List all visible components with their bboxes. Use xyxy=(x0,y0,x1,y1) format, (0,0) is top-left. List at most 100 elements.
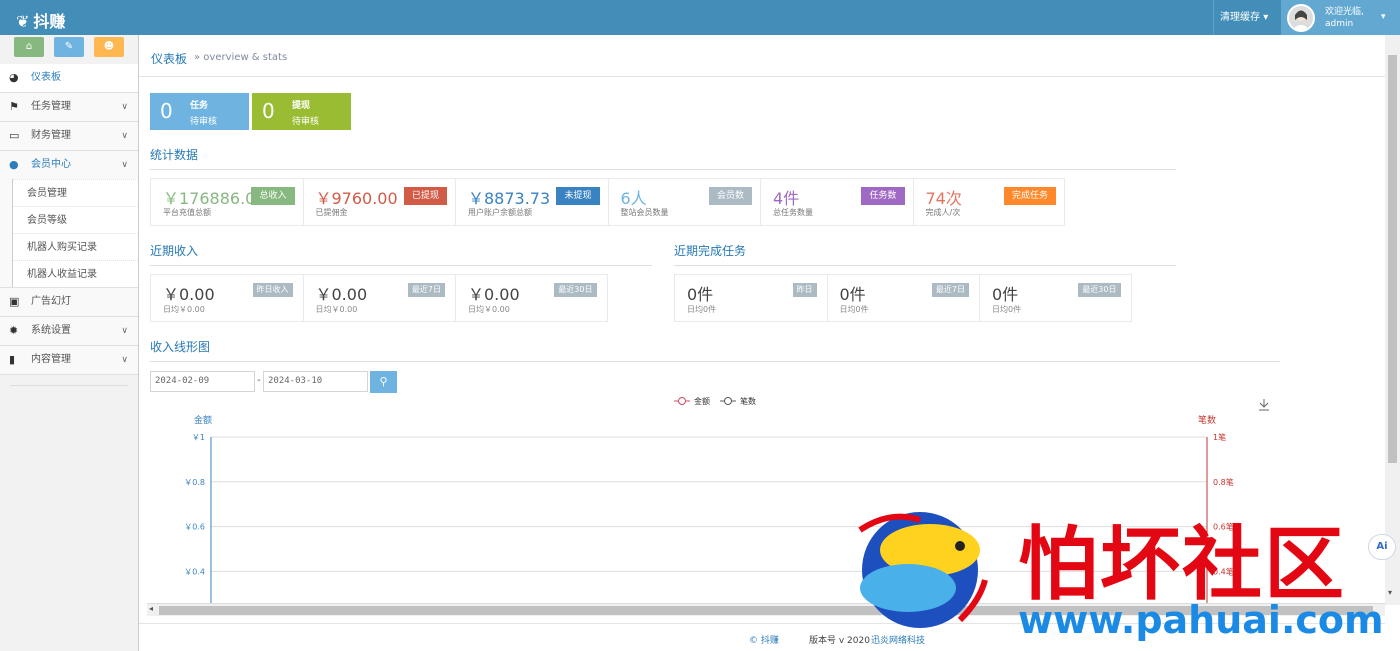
stat-value: ￥8873.73 xyxy=(468,189,551,208)
dashboard-icon: ◕ xyxy=(9,71,19,84)
stat-tag: 任务数 xyxy=(861,187,905,205)
task-value: 0件 xyxy=(992,285,1019,304)
sidebar-item-label: 系统设置 xyxy=(31,325,71,336)
legend-marker xyxy=(678,397,686,405)
chevron-down-icon: ∨ xyxy=(121,102,128,112)
book-icon: ▮ xyxy=(9,353,16,366)
stat-card: ￥8873.73 用户账户余额总额 未提现 xyxy=(455,178,608,226)
pending-tasks-box[interactable]: 0 任务 待审核 xyxy=(150,93,249,130)
infobox-title: 提现 xyxy=(292,101,311,111)
scrollbar-thumb[interactable] xyxy=(1388,55,1397,463)
scroll-left-icon: ◂ xyxy=(149,604,154,613)
stat-card: 74次 完成人/次 完成任务 xyxy=(912,178,1065,226)
user-menu[interactable]: 欢迎光临, admin ▾ xyxy=(1281,0,1400,35)
task-value: 0件 xyxy=(687,285,714,304)
income-period-tag: 最近30日 xyxy=(554,283,597,297)
income-period-tag: 昨日收入 xyxy=(252,283,293,297)
avatar xyxy=(1287,4,1315,32)
stat-description: 整站会员数量 xyxy=(620,208,669,217)
stat-card: ￥176886.0 平台充值总额 总收入 xyxy=(150,178,303,226)
income-daily-average: 日均￥0.00 xyxy=(315,305,358,314)
watermark-url: www.pahuai.com xyxy=(1018,598,1384,642)
stat-description: 用户账户余额总额 xyxy=(468,208,532,217)
footer-copyright: © 抖赚 xyxy=(749,636,779,646)
sidebar-item-label: 财务管理 xyxy=(31,130,71,141)
leaf-icon: ❦ xyxy=(16,12,30,31)
income-value: ￥0.00 xyxy=(163,285,215,304)
sidebar-item-finance[interactable]: ▭ 财务管理 ∨ xyxy=(0,122,138,151)
stat-value: ￥9760.00 xyxy=(315,189,398,208)
chart-section-title: 收入线形图 xyxy=(150,338,1280,362)
income-daily-average: 日均￥0.00 xyxy=(163,305,205,314)
home-shortcut-button[interactable]: ⌂ xyxy=(14,37,44,57)
welcome-text: 欢迎光临, xyxy=(1325,7,1364,17)
pending-withdrawals-count: 0 xyxy=(262,99,275,123)
legend-label[interactable]: 笔数 xyxy=(740,396,756,406)
edit-shortcut-button[interactable]: ✎ xyxy=(54,37,84,57)
income-daily-average: 日均￥0.00 xyxy=(468,305,510,314)
right-tick-label: 0.8笔 xyxy=(1213,477,1234,487)
income-card: ￥0.00 日均￥0.00 最近30日 xyxy=(455,274,608,322)
task-daily-average: 日均0件 xyxy=(687,305,717,314)
income-value: ￥0.00 xyxy=(315,285,368,304)
stat-description: 总任务数量 xyxy=(773,208,813,217)
stat-description: 已提佣金 xyxy=(315,208,348,217)
sidebar-item-label: 内容管理 xyxy=(31,354,71,365)
left-tick-label: ￥0.8 xyxy=(184,478,205,487)
sidebar-item-content[interactable]: ▮ 内容管理 ∨ xyxy=(0,346,138,375)
sidebar-subitem-robot-purchase[interactable]: 机器人购买记录 xyxy=(13,233,138,260)
chart-legend: 金额 笔数 xyxy=(674,396,756,406)
inbox-icon: ▭ xyxy=(9,129,20,142)
clear-cache-button[interactable]: 清理缓存 ▾ xyxy=(1213,0,1281,35)
sidebar-item-label: 仪表板 xyxy=(31,72,61,83)
page-title: 仪表板 xyxy=(151,52,188,66)
legend-label[interactable]: 金额 xyxy=(694,396,710,406)
infobox-title: 任务 xyxy=(190,101,209,111)
stat-card: ￥9760.00 已提佣金 已提现 xyxy=(302,178,455,226)
users-icon: ☻ xyxy=(103,41,115,52)
sidebar-item-dashboard[interactable]: ◕ 仪表板 xyxy=(0,64,138,93)
chevron-up-icon: ∨ xyxy=(121,160,128,170)
users-shortcut-button[interactable]: ☻ xyxy=(94,37,124,57)
home-icon: ⌂ xyxy=(25,41,33,52)
page-subtitle: » overview & stats xyxy=(194,52,288,63)
chevron-down-icon: ∨ xyxy=(121,355,128,365)
right-axis-title: 笔数 xyxy=(1198,414,1216,426)
caret-down-icon: ▾ xyxy=(1263,12,1269,23)
caret-down-icon: ▾ xyxy=(1381,12,1386,22)
sidebar-subitem-member-management[interactable]: 会员管理 xyxy=(13,179,138,206)
stat-value: ￥176886.0 xyxy=(163,189,256,208)
left-tick-label: ￥0.6 xyxy=(184,523,205,532)
user-icon: ● xyxy=(9,158,19,171)
stat-tag: 完成任务 xyxy=(1003,187,1056,205)
legend-marker xyxy=(724,397,732,405)
fish-logo-icon xyxy=(858,512,988,628)
stat-value: 4件 xyxy=(773,189,800,208)
infobox-subtitle: 待审核 xyxy=(190,117,218,127)
task-card: 0件 日均0件 最近7日 xyxy=(826,274,979,322)
sidebar-subitem-robot-income[interactable]: 机器人收益记录 xyxy=(13,260,138,287)
picture-icon: ▣ xyxy=(9,295,20,308)
sidebar-item-label: 会员中心 xyxy=(31,159,71,170)
right-tick-label: 1笔 xyxy=(1213,432,1226,442)
infobox-subtitle: 待审核 xyxy=(292,117,320,127)
task-value: 0件 xyxy=(839,285,866,304)
pending-withdrawals-box[interactable]: 0 提现 待审核 xyxy=(252,93,351,130)
stat-tag: 已提现 xyxy=(403,187,447,205)
sidebar-item-settings[interactable]: ✹ 系统设置 ∨ xyxy=(0,317,138,346)
download-icon[interactable] xyxy=(1259,399,1269,411)
left-tick-label: ￥1 xyxy=(192,433,205,442)
stat-tag: 未提现 xyxy=(556,187,600,205)
gear-icon: ✹ xyxy=(9,324,19,337)
sidebar-subitem-member-level[interactable]: 会员等级 xyxy=(13,206,138,233)
sidebar-item-tasks[interactable]: ⚑ 任务管理 ∨ xyxy=(0,93,138,122)
sidebar-item-members[interactable]: ● 会员中心 ∨ 会员管理 会员等级 机器人购买记录 机器人收益记录 xyxy=(0,151,138,288)
sidebar-item-ads[interactable]: ▣ 广告幻灯 xyxy=(0,288,138,317)
task-card: 0件 日均0件 昨日 xyxy=(674,274,827,322)
income-card: ￥0.00 日均￥0.00 昨日收入 xyxy=(150,274,303,322)
task-daily-average: 日均0件 xyxy=(992,305,1022,314)
left-tick-label: ￥0.4 xyxy=(184,567,205,576)
stat-value: 74次 xyxy=(925,189,962,208)
brand-logo[interactable]: ❦ 抖赚 xyxy=(16,8,65,32)
sidebar-collapse-divider xyxy=(10,385,128,386)
